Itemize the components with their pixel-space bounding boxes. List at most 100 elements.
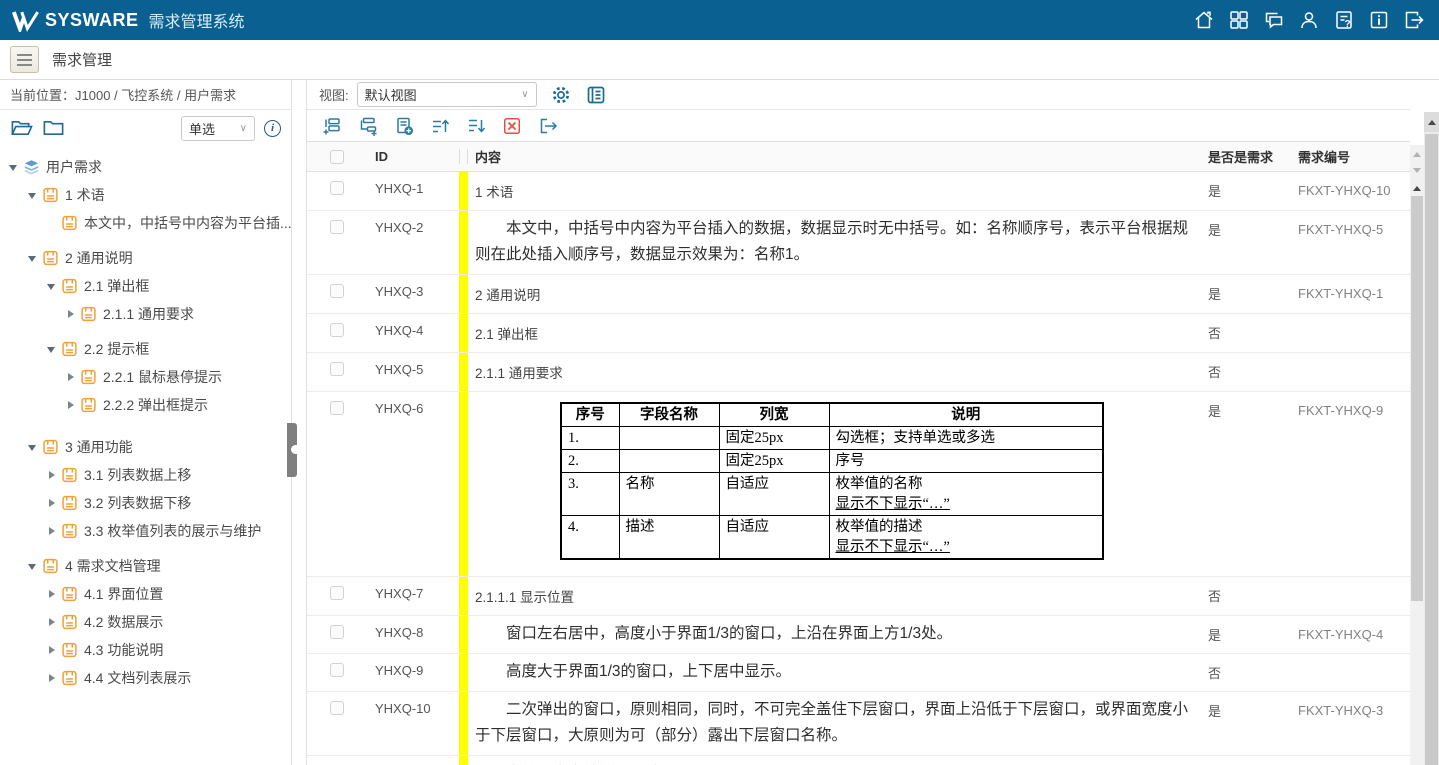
- row-checkbox[interactable]: [330, 362, 344, 376]
- table-row[interactable]: YHXQ-52.1.1 通用要求否: [307, 353, 1410, 392]
- row-code: [1298, 654, 1410, 691]
- row-checkbox[interactable]: [330, 625, 344, 639]
- row-checkbox[interactable]: [330, 586, 344, 600]
- info-icon[interactable]: [1368, 9, 1390, 31]
- tree-item[interactable]: 2.2.1 鼠标悬停提示: [0, 363, 291, 391]
- table-row[interactable]: YHXQ-32 通用说明是FKXT-YHXQ-1: [307, 275, 1410, 314]
- move-up-icon[interactable]: [430, 116, 450, 136]
- table-row[interactable]: YHXQ-8窗口左右居中，高度小于界面1/3的窗口，上沿在界面上方1/3处。是F…: [307, 616, 1410, 654]
- select-all-checkbox[interactable]: [330, 150, 344, 164]
- sidebar-panel: 当前位置： J1000 / 飞控系统 / 用户需求 单选 ∨ i 用户需求1 术…: [0, 80, 292, 765]
- table-row[interactable]: YHXQ-11 术语是FKXT-YHXQ-10: [307, 172, 1410, 211]
- add-sibling-icon[interactable]: [322, 116, 342, 136]
- tree-item[interactable]: 3 通用功能: [0, 433, 291, 461]
- tree-item[interactable]: 2.1 弹出框: [0, 272, 291, 300]
- table-row[interactable]: YHXQ-42.1 弹出框否: [307, 314, 1410, 353]
- view-list-icon[interactable]: [585, 84, 607, 106]
- tree-toggle-arrow[interactable]: [44, 527, 58, 535]
- info-circle-icon[interactable]: i: [264, 120, 281, 137]
- table-row[interactable]: YHXQ-10二次弹出的窗口，原则相同，同时，不可完全盖住下层窗口，界面上沿低于…: [307, 692, 1410, 756]
- menu-hamburger-button[interactable]: [10, 46, 39, 73]
- tree-item[interactable]: 本文中，中括号中内容为平台插...: [0, 209, 291, 237]
- tree-item[interactable]: 2 通用说明: [0, 244, 291, 272]
- tree-toggle-arrow[interactable]: [44, 674, 58, 682]
- tree-toggle-arrow[interactable]: [44, 590, 58, 598]
- tree-item[interactable]: 4.1 界面位置: [0, 580, 291, 608]
- folder-open-icon[interactable]: [10, 118, 33, 138]
- tree-item[interactable]: 3.2 列表数据下移: [0, 489, 291, 517]
- column-header-content: 内容: [468, 147, 1198, 166]
- page-scroll-up-button[interactable]: [1424, 112, 1439, 132]
- tree-toggle-arrow[interactable]: [44, 499, 58, 507]
- tree-item[interactable]: 4.3 功能说明: [0, 636, 291, 664]
- row-code: FKXT-YHXQ-10: [1298, 172, 1410, 210]
- add-child-icon[interactable]: [358, 116, 378, 136]
- column-resize-handle[interactable]: [459, 149, 468, 164]
- table-row[interactable]: YHXQ-11当前弹出窗外的区域遮罩显示。是FKXT-YHXQ-7: [307, 756, 1410, 765]
- add-requirement-icon[interactable]: [394, 116, 414, 136]
- table-scrollbar-thumb[interactable]: [1411, 196, 1423, 601]
- tree-toggle-arrow[interactable]: [44, 471, 58, 479]
- tree-item[interactable]: 3.1 列表数据上移: [0, 461, 291, 489]
- tree-toggle-arrow[interactable]: [63, 310, 77, 318]
- move-down-icon[interactable]: [466, 116, 486, 136]
- tree-toggle-arrow[interactable]: [63, 401, 77, 409]
- folder-closed-icon[interactable]: [42, 118, 65, 138]
- move-out-icon[interactable]: [538, 116, 558, 136]
- spec-cell: 固定25px: [719, 450, 829, 473]
- page-scrollbar[interactable]: [1424, 112, 1439, 765]
- row-id: YHXQ-1: [375, 172, 459, 210]
- table-row[interactable]: YHXQ-9高度大于界面1/3的窗口，上下居中显示。否: [307, 654, 1410, 692]
- row-checkbox[interactable]: [330, 323, 344, 337]
- tree-item[interactable]: 4.4 文档列表展示: [0, 664, 291, 692]
- scroll-up-button[interactable]: [1410, 179, 1424, 196]
- tree-toggle-arrow[interactable]: [44, 278, 58, 294]
- tree-item[interactable]: 用户需求: [0, 153, 291, 181]
- tree-toggle-arrow[interactable]: [63, 373, 77, 381]
- tree-item-label: 4.2 数据展示: [84, 612, 163, 632]
- tree-item[interactable]: 3.3 枚举值列表的展示与维护: [0, 517, 291, 545]
- messages-icon[interactable]: [1263, 9, 1285, 31]
- tree-item[interactable]: 2.2.2 弹出框提示: [0, 391, 291, 419]
- tree-toggle-arrow[interactable]: [25, 250, 39, 266]
- sidebar-collapse-handle[interactable]: [287, 423, 297, 477]
- table-row[interactable]: YHXQ-2本文中，中括号中内容为平台插入的数据，数据显示时无中括号。如：名称顺…: [307, 211, 1410, 275]
- tree-toggle-arrow[interactable]: [44, 646, 58, 654]
- tree-toggle-arrow[interactable]: [6, 159, 20, 175]
- help-document-icon[interactable]: ?: [1333, 9, 1355, 31]
- row-checkbox[interactable]: [330, 284, 344, 298]
- tree-item[interactable]: 2.2 提示框: [0, 335, 291, 363]
- row-is-requirement: 否: [1198, 577, 1298, 615]
- delete-icon[interactable]: [502, 116, 522, 136]
- row-checkbox[interactable]: [330, 181, 344, 195]
- tree-item[interactable]: 1 术语: [0, 181, 291, 209]
- page-scrollbar-thumb[interactable]: [1425, 134, 1438, 765]
- table-scrollbar[interactable]: [1410, 145, 1424, 765]
- view-select[interactable]: 默认视图 ∨: [357, 82, 537, 107]
- row-checkbox[interactable]: [330, 401, 344, 415]
- scroll-step-up-button[interactable]: [1410, 145, 1424, 162]
- spec-cell: 勾选框；支持单选或多选: [829, 427, 1103, 450]
- row-checkbox[interactable]: [330, 220, 344, 234]
- user-icon[interactable]: [1298, 9, 1320, 31]
- table-row[interactable]: YHXQ-6序号字段名称列宽说明1.固定25px勾选框；支持单选或多选2.固定2…: [307, 392, 1410, 577]
- tree-mode-select[interactable]: 单选 ∨: [181, 116, 255, 141]
- apps-grid-icon[interactable]: [1228, 9, 1250, 31]
- row-checkbox[interactable]: [330, 663, 344, 677]
- home-icon[interactable]: [1193, 9, 1215, 31]
- tree-toggle-arrow[interactable]: [25, 558, 39, 574]
- tree-toggle-arrow[interactable]: [44, 341, 58, 357]
- table-row[interactable]: YHXQ-72.1.1.1 显示位置否: [307, 577, 1410, 616]
- tree-item[interactable]: 4 需求文档管理: [0, 552, 291, 580]
- breadcrumb: 当前位置： J1000 / 飞控系统 / 用户需求: [0, 80, 291, 110]
- logout-icon[interactable]: [1403, 9, 1425, 31]
- tree-item[interactable]: 2.1.1 通用要求: [0, 300, 291, 328]
- tree-item[interactable]: 4.2 数据展示: [0, 608, 291, 636]
- settings-gear-icon[interactable]: [550, 84, 572, 106]
- row-id: YHXQ-4: [375, 314, 459, 352]
- scroll-step-down-button[interactable]: [1410, 162, 1424, 179]
- row-checkbox[interactable]: [330, 701, 344, 715]
- tree-toggle-arrow[interactable]: [44, 618, 58, 626]
- tree-toggle-arrow[interactable]: [25, 187, 39, 203]
- tree-toggle-arrow[interactable]: [25, 439, 39, 455]
